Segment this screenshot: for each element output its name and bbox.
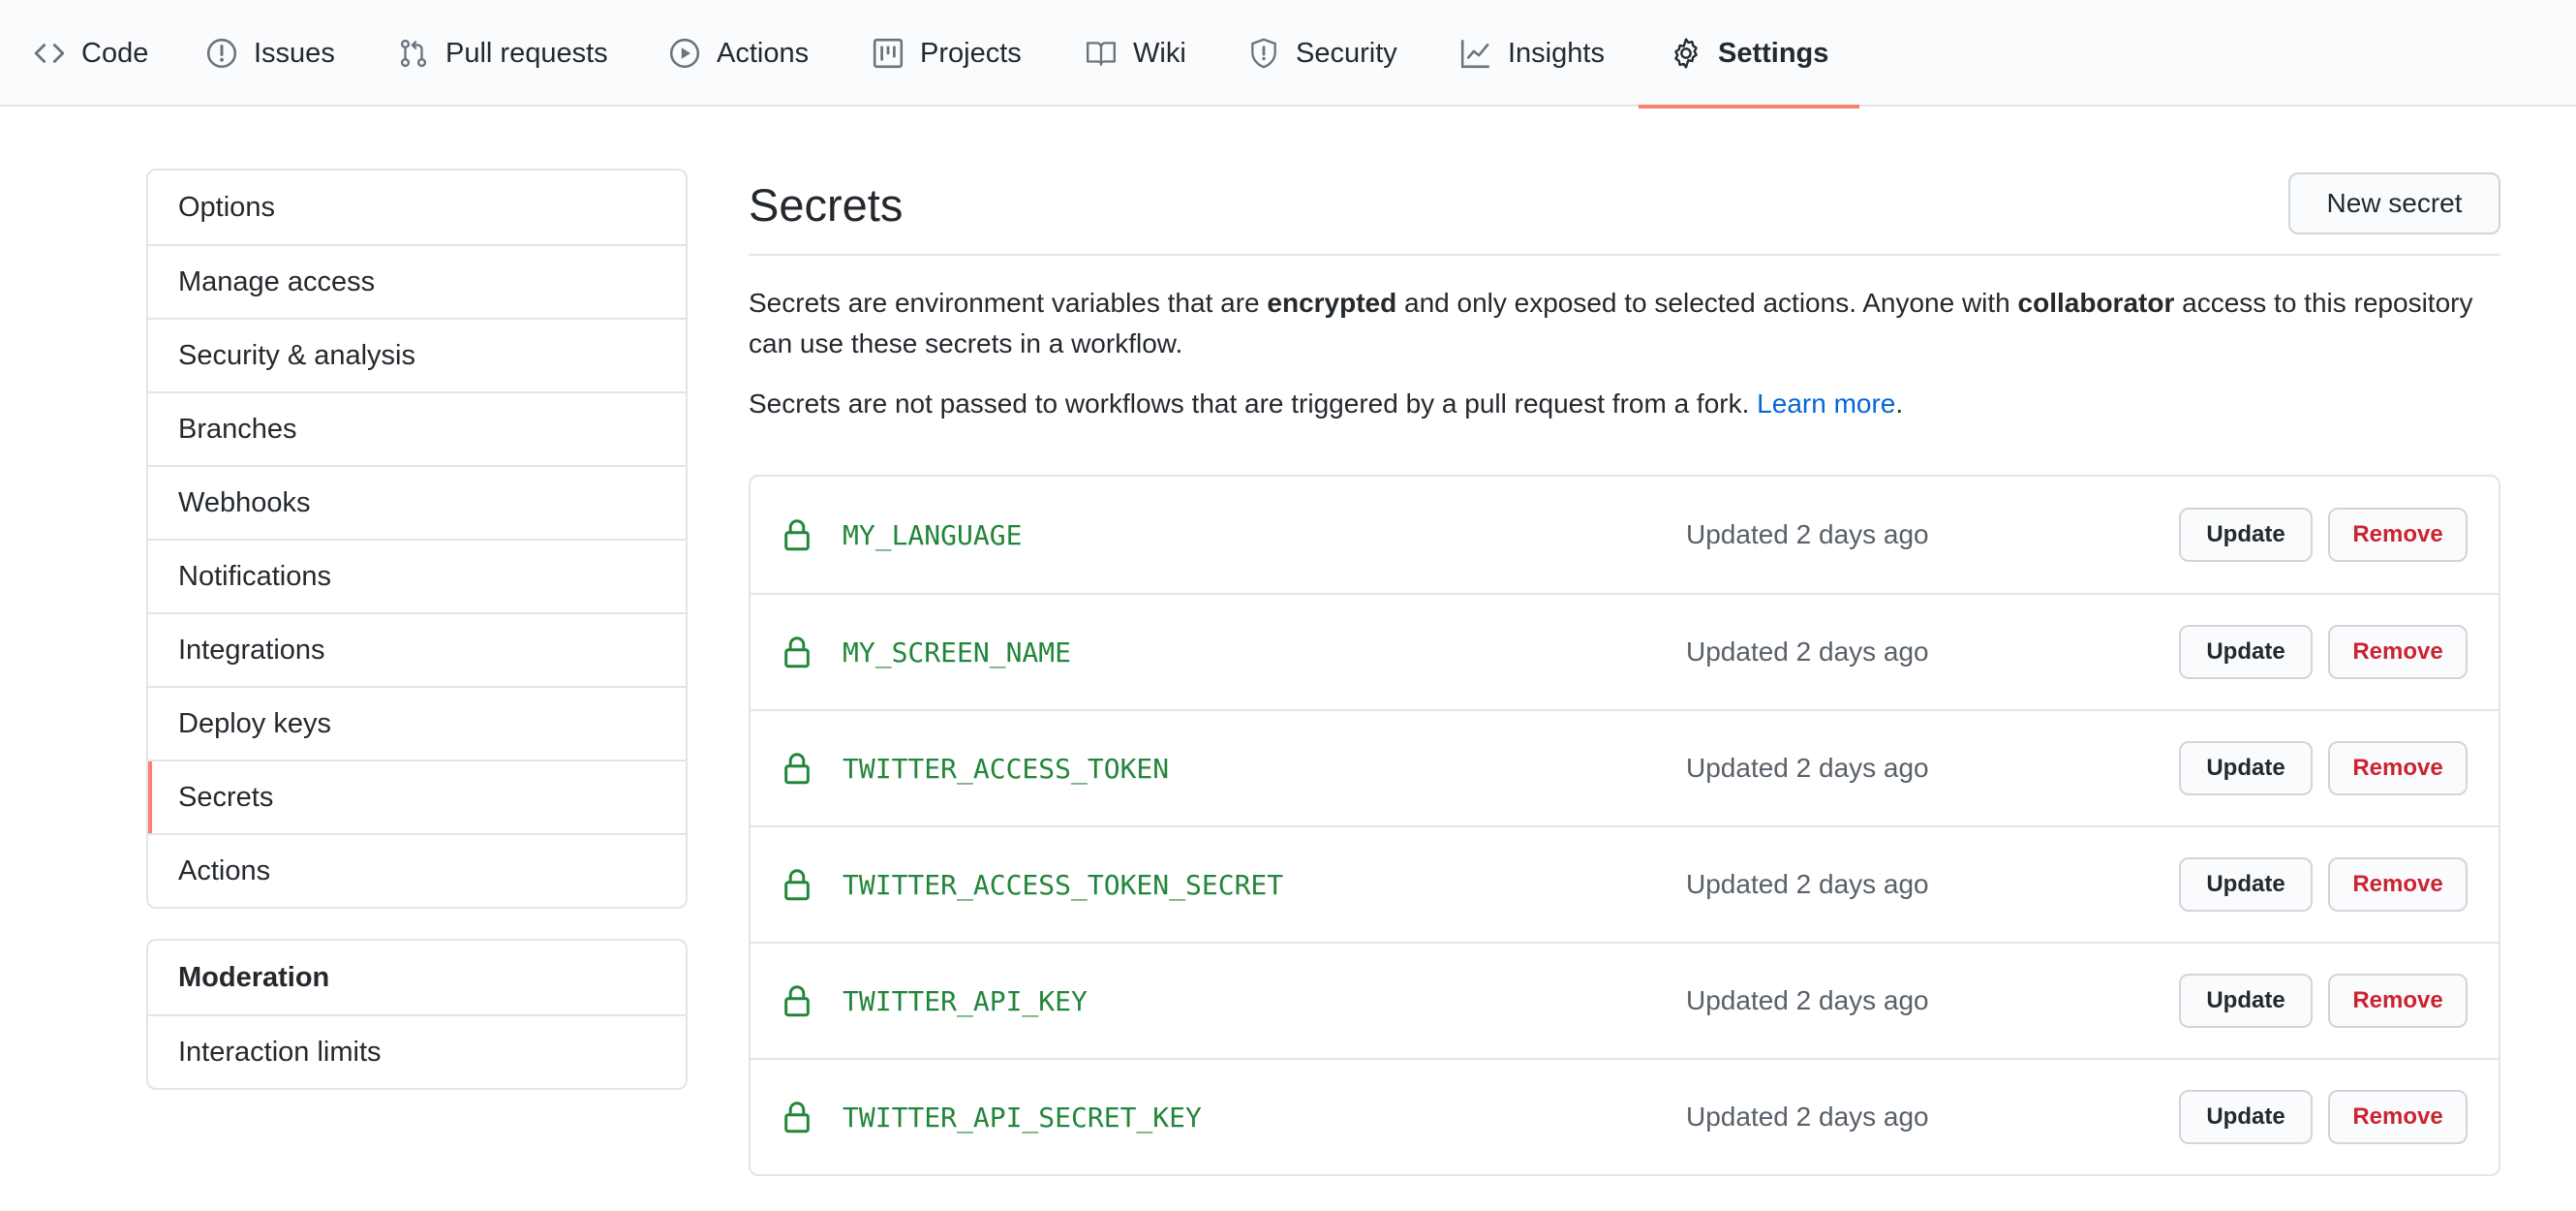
secret-name: MY_LANGUAGE [843,518,1023,551]
update-button[interactable]: Update [2179,508,2313,562]
update-button[interactable]: Update [2179,1090,2313,1144]
sidebar-item-manage-access[interactable]: Manage access [148,244,686,318]
code-icon [33,37,66,70]
tab-label: Pull requests [445,37,608,69]
secret-row: MY_LANGUAGE Updated 2 days ago Update Re… [751,477,2499,593]
lock-icon [784,753,810,785]
secret-updated: Updated 2 days ago [1686,637,1929,667]
tab-insights[interactable]: Insights [1459,0,1605,107]
sidebar-item-security-analysis[interactable]: Security & analysis [148,318,686,391]
tab-label: Settings [1718,37,1829,69]
lock-icon [784,519,810,551]
lock-icon [784,985,810,1017]
tab-settings[interactable]: Settings [1638,0,1860,109]
sidebar-item-integrations[interactable]: Integrations [148,612,686,686]
repo-nav: Code Issues Pull requests Actions Projec… [0,0,2576,109]
tab-security[interactable]: Security [1247,0,1397,107]
tab-label: Insights [1508,37,1605,69]
tab-pull-requests[interactable]: Pull requests [397,0,608,107]
secret-updated: Updated 2 days ago [1686,985,1929,1015]
shield-icon [1247,37,1280,70]
sidebar-item-notifications[interactable]: Notifications [148,539,686,612]
sidebar-item-deploy-keys[interactable]: Deploy keys [148,686,686,760]
subhead: Secrets New secret [749,169,2500,256]
remove-button[interactable]: Remove [2328,974,2468,1028]
secret-updated: Updated 2 days ago [1686,1102,1929,1132]
lock-icon [784,637,810,668]
secret-name: MY_SCREEN_NAME [843,636,1072,668]
update-button[interactable]: Update [2179,857,2313,912]
remove-button[interactable]: Remove [2328,857,2468,912]
play-icon [668,37,701,70]
secret-updated: Updated 2 days ago [1686,753,1929,783]
sidebar-item-secrets[interactable]: Secrets [148,760,686,833]
moderation-menu: Moderation Interaction limits [146,939,688,1090]
sidebar-item-branches[interactable]: Branches [148,391,686,465]
remove-button[interactable]: Remove [2328,625,2468,679]
secrets-list: MY_LANGUAGE Updated 2 days ago Update Re… [749,475,2500,1176]
remove-button[interactable]: Remove [2328,508,2468,562]
desc-emphasis: collaborator [2017,288,2175,318]
update-button[interactable]: Update [2179,974,2313,1028]
secret-row: TWITTER_API_SECRET_KEY Updated 2 days ag… [751,1058,2499,1174]
lock-icon [784,869,810,901]
secret-name: TWITTER_ACCESS_TOKEN [843,752,1170,785]
tab-wiki[interactable]: Wiki [1085,0,1186,107]
issue-icon [205,37,238,70]
tab-label: Actions [717,37,810,69]
tab-label: Issues [254,37,335,69]
tab-label: Code [81,37,149,69]
desc-text: . [1895,388,1904,419]
secret-updated: Updated 2 days ago [1686,869,1929,899]
remove-button[interactable]: Remove [2328,1090,2468,1144]
desc-text: Secrets are not passed to workflows that… [749,388,1758,419]
secret-updated: Updated 2 days ago [1686,519,1929,549]
tab-label: Wiki [1133,37,1186,69]
secret-name: TWITTER_API_KEY [843,984,1088,1017]
desc-text: and only exposed to selected actions. An… [1396,288,2018,318]
desc-emphasis: encrypted [1267,288,1397,318]
sidebar-item-options[interactable]: Options [148,171,686,244]
tab-actions[interactable]: Actions [668,0,809,107]
update-button[interactable]: Update [2179,625,2313,679]
new-secret-button[interactable]: New secret [2288,172,2500,234]
fork-note: Secrets are not passed to workflows that… [749,384,2500,424]
gear-icon [1670,37,1702,70]
lock-icon [784,1102,810,1133]
sidebar-item-actions[interactable]: Actions [148,833,686,907]
moderation-heading: Moderation [178,961,330,993]
settings-menu: Options Manage access Security & analysi… [146,169,688,909]
secret-row: MY_SCREEN_NAME Updated 2 days ago Update… [751,593,2499,709]
secret-row: TWITTER_ACCESS_TOKEN_SECRET Updated 2 da… [751,825,2499,942]
secret-name: TWITTER_ACCESS_TOKEN_SECRET [843,868,1284,901]
pull-request-icon [397,37,430,70]
graph-icon [1459,37,1492,70]
tab-label: Projects [920,37,1022,69]
tab-label: Security [1296,37,1397,69]
update-button[interactable]: Update [2179,741,2313,795]
secret-name: TWITTER_API_SECRET_KEY [843,1101,1202,1133]
page-title: Secrets [749,179,904,231]
sidebar-item-interaction-limits[interactable]: Interaction limits [148,1014,686,1088]
book-icon [1085,37,1118,70]
sidebar-item-webhooks[interactable]: Webhooks [148,465,686,539]
learn-more-link[interactable]: Learn more [1757,388,1895,419]
secrets-description: Secrets are environment variables that a… [749,283,2500,364]
desc-text: Secrets are environment variables that a… [749,288,1268,318]
project-icon [872,37,905,70]
tab-projects[interactable]: Projects [872,0,1022,107]
secret-row: TWITTER_ACCESS_TOKEN Updated 2 days ago … [751,709,2499,825]
tab-code[interactable]: Code [33,0,148,107]
secrets-panel: Secrets New secret Secrets are environme… [749,169,2500,1176]
secret-row: TWITTER_API_KEY Updated 2 days ago Updat… [751,942,2499,1058]
tab-issues[interactable]: Issues [205,0,335,107]
remove-button[interactable]: Remove [2328,741,2468,795]
